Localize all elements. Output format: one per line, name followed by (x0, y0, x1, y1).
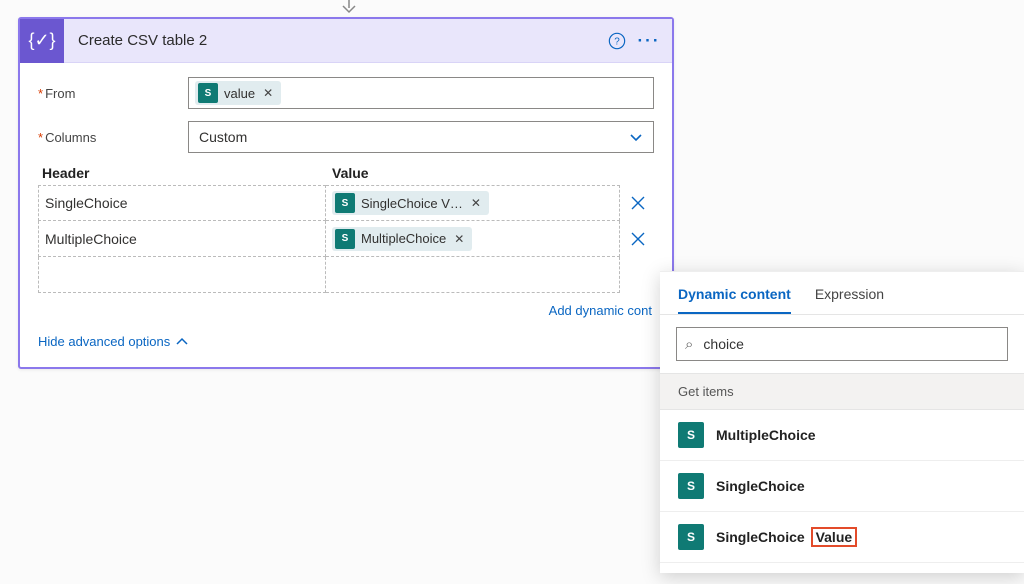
help-icon[interactable]: ? (604, 28, 630, 54)
columns-table-header: Header Value (38, 165, 654, 181)
table-row: SingleChoice S SingleChoice V… ✕ (38, 185, 654, 221)
from-label: *From (38, 86, 188, 101)
search-input[interactable] (701, 335, 999, 353)
columns-table: SingleChoice S SingleChoice V… ✕ Multipl… (38, 185, 654, 293)
value-heading: Value (326, 165, 654, 181)
sharepoint-icon: S (678, 422, 704, 448)
header-cell[interactable]: SingleChoice (38, 185, 326, 221)
value-cell[interactable]: S SingleChoice V… ✕ (326, 185, 620, 221)
sharepoint-icon: S (335, 229, 355, 249)
delete-row-button[interactable] (620, 185, 656, 221)
tab-expression[interactable]: Expression (815, 286, 884, 314)
token-multiplechoice[interactable]: S MultipleChoice ✕ (332, 227, 472, 251)
item-label: MultipleChoice (716, 427, 816, 443)
action-card-body: *From S value ✕ *Columns Custom (20, 63, 672, 367)
item-label: SingleChoice Value (716, 529, 857, 545)
action-card-header[interactable]: {✓} Create CSV table 2 ? ··· (20, 19, 672, 63)
field-columns: *Columns Custom (38, 121, 654, 153)
token-label: SingleChoice V… (361, 196, 463, 211)
sharepoint-icon: S (678, 524, 704, 550)
search-wrap: ⌕ (660, 315, 1024, 373)
sharepoint-icon: S (678, 473, 704, 499)
dynamic-content-panel: Dynamic content Expression ⌕ Get items S… (660, 271, 1024, 573)
delete-row-button[interactable] (620, 221, 656, 257)
sharepoint-icon: S (198, 83, 218, 103)
section-get-items: Get items (660, 373, 1024, 410)
token-label: MultipleChoice (361, 231, 446, 246)
dynamic-content-list: S MultipleChoice S SingleChoice S Single… (660, 410, 1024, 573)
item-label: SingleChoice (716, 478, 805, 494)
more-icon[interactable]: ··· (636, 28, 662, 54)
search-icon: ⌕ (685, 336, 693, 353)
header-cell[interactable] (38, 257, 326, 293)
hide-advanced-options-toggle[interactable]: Hide advanced options (38, 334, 188, 349)
token-singlechoice-value[interactable]: S SingleChoice V… ✕ (332, 191, 489, 215)
highlight-box: Value (811, 527, 858, 547)
remove-token-icon[interactable]: ✕ (452, 232, 466, 246)
tab-dynamic-content[interactable]: Dynamic content (678, 286, 791, 314)
search-input-container[interactable]: ⌕ (676, 327, 1008, 361)
header-cell[interactable]: MultipleChoice (38, 221, 326, 257)
from-input[interactable]: S value ✕ (188, 77, 654, 109)
value-cell[interactable] (326, 257, 620, 293)
connector-arrow-top (340, 0, 358, 14)
field-from: *From S value ✕ (38, 77, 654, 109)
required-marker: * (38, 130, 43, 145)
columns-label: *Columns (38, 130, 188, 145)
token-label: value (224, 86, 255, 101)
list-item-singlechoice-value[interactable]: S SingleChoice Value (660, 512, 1024, 563)
table-row-empty (38, 257, 654, 293)
action-card-create-csv-table[interactable]: {✓} Create CSV table 2 ? ··· *From S val… (18, 17, 674, 369)
chevron-up-icon (176, 336, 188, 348)
dynamic-content-tabs: Dynamic content Expression (660, 272, 1024, 315)
add-dynamic-content-link[interactable]: Add dynamic cont (38, 303, 654, 318)
chevron-down-icon (629, 131, 643, 148)
list-item-multiplechoice[interactable]: S MultipleChoice (660, 410, 1024, 461)
value-cell[interactable]: S MultipleChoice ✕ (326, 221, 620, 257)
action-title: Create CSV table 2 (64, 32, 598, 49)
remove-token-icon[interactable]: ✕ (261, 86, 275, 100)
svg-text:?: ? (614, 36, 620, 47)
table-row: MultipleChoice S MultipleChoice ✕ (38, 221, 654, 257)
remove-token-icon[interactable]: ✕ (469, 196, 483, 210)
sharepoint-icon: S (335, 193, 355, 213)
columns-select[interactable]: Custom (188, 121, 654, 153)
list-item-singlechoice[interactable]: S SingleChoice (660, 461, 1024, 512)
header-heading: Header (38, 165, 326, 181)
required-marker: * (38, 86, 43, 101)
data-operations-icon: {✓} (20, 19, 64, 63)
columns-value: Custom (199, 129, 247, 145)
token-value[interactable]: S value ✕ (195, 81, 281, 105)
